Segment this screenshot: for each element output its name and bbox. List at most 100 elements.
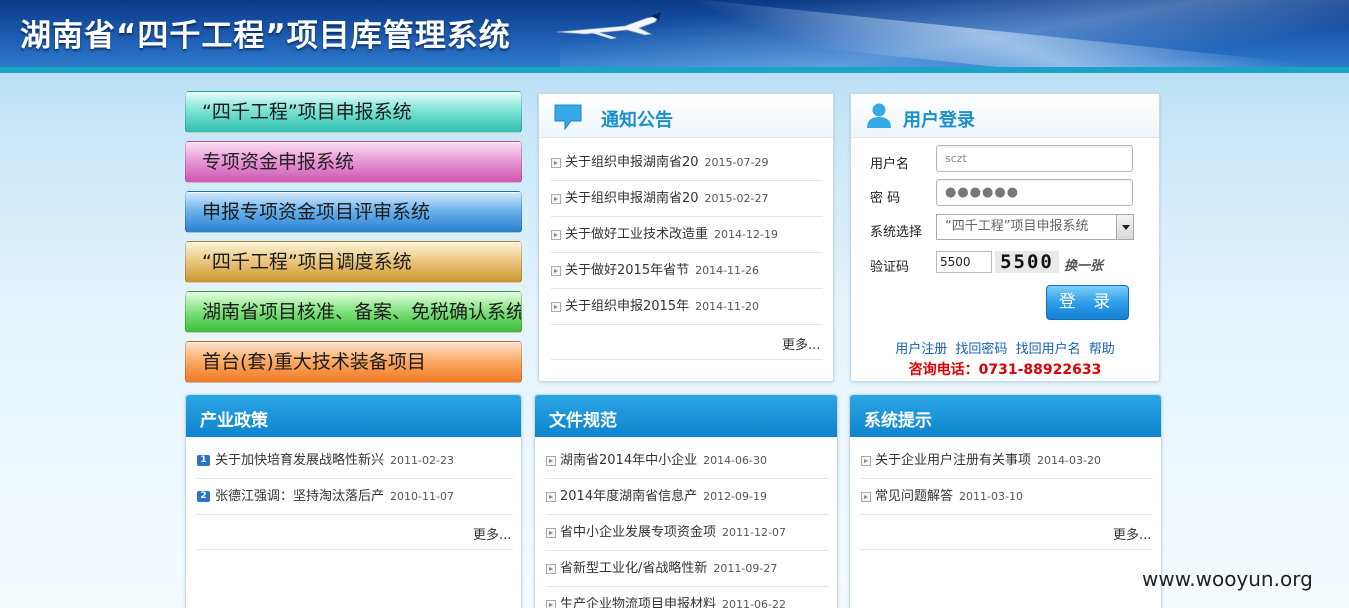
docs-item-title[interactable]: 省新型工业化/省战略性新 xyxy=(560,561,707,576)
tips-item-title[interactable]: 常见问题解答 xyxy=(875,489,953,504)
list-item[interactable]: 1 关于加快培育发展战略性新兴 2011-02-23 xyxy=(197,443,513,479)
watermark-text: www.wooyun.org xyxy=(1142,567,1313,591)
policy-item-title[interactable]: 关于加快培育发展战略性新兴 xyxy=(215,453,384,468)
divider xyxy=(197,549,513,550)
arrow-bullet-icon xyxy=(546,492,556,502)
captcha-input[interactable]: 5500 xyxy=(936,251,992,273)
system-select[interactable]: “四千工程”项目申报系统 xyxy=(936,214,1134,240)
user-icon xyxy=(867,103,891,128)
list-item[interactable]: 关于组织申报2015年 2014-11-20 xyxy=(551,289,823,325)
username-label: 用户名 xyxy=(870,157,910,172)
list-item[interactable]: 常见问题解答 2011-03-10 xyxy=(861,479,1152,515)
list-item[interactable]: 湖南省2014年中小企业 2014-06-30 xyxy=(546,443,828,479)
system-button-approval-filing[interactable]: 湖南省项目核准、备案、免税确认系统 xyxy=(185,291,522,333)
docs-item-date: 2011-06-22 xyxy=(722,598,786,608)
system-button-major-equipment[interactable]: 首台(套)重大技术装备项目 xyxy=(185,341,522,383)
docs-panel: 文件规范 湖南省2014年中小企业 2014-06-30 2014年度湖南省信息产… xyxy=(534,394,838,608)
arrow-bullet-icon xyxy=(551,194,561,204)
list-item[interactable]: 生产企业物流项目申报材料 2011-06-22 xyxy=(546,587,828,608)
system-select-value: “四千工程”项目申报系统 xyxy=(945,219,1089,234)
tips-title: 系统提示 xyxy=(864,411,932,431)
login-title: 用户登录 xyxy=(903,110,975,131)
login-panel: 用户登录 用户名 sczt 密 码 ●●●●●● 系统选择 “四千工程”项目申报… xyxy=(850,93,1160,382)
arrow-bullet-icon xyxy=(546,528,556,538)
site-title: 湖南省“四千工程”项目库管理系统 xyxy=(20,18,511,54)
arrow-bullet-icon xyxy=(861,456,871,466)
policy-more-link[interactable]: 更多... xyxy=(473,524,511,543)
system-select-label: 系统选择 xyxy=(870,225,923,240)
notice-item-title[interactable]: 关于组织申报湖南省20 xyxy=(565,155,699,170)
policy-item-date: 2011-02-23 xyxy=(390,454,454,467)
number-badge-icon: 2 xyxy=(197,491,210,502)
list-item[interactable]: 2 张德江强调：坚持淘汰落后产 2010-11-07 xyxy=(197,479,513,515)
header-stripe xyxy=(0,67,1349,73)
arrow-bullet-icon xyxy=(551,302,561,312)
docs-item-title[interactable]: 2014年度湖南省信息产 xyxy=(560,489,697,504)
policy-item-title[interactable]: 张德江强调：坚持淘汰落后产 xyxy=(215,489,384,504)
find-username-link[interactable]: 找回用户名 xyxy=(1016,342,1081,357)
arrow-bullet-icon xyxy=(551,230,561,240)
docs-item-title[interactable]: 湖南省2014年中小企业 xyxy=(560,453,697,468)
system-button-fund-review[interactable]: 申报专项资金项目评审系统 xyxy=(185,191,522,233)
arrow-bullet-icon xyxy=(546,600,556,608)
captcha-image[interactable]: 5500 xyxy=(995,251,1059,273)
notice-more-link[interactable]: 更多... xyxy=(782,334,820,353)
help-link[interactable]: 帮助 xyxy=(1089,342,1115,357)
notice-item-date: 2015-02-27 xyxy=(704,192,769,205)
arrow-bullet-icon xyxy=(546,564,556,574)
notice-item-title[interactable]: 关于做好2015年省节 xyxy=(565,263,689,278)
password-input[interactable]: ●●●●●● xyxy=(936,179,1133,206)
arrow-bullet-icon xyxy=(861,492,871,502)
tips-panel: 系统提示 关于企业用户注册有关事项 2014-03-20 常见问题解答 2011-0… xyxy=(849,394,1162,608)
policy-list: 1 关于加快培育发展战略性新兴 2011-02-23 2 张德江强调：坚持淘汰落后产 2… xyxy=(197,443,513,515)
docs-item-date: 2014-06-30 xyxy=(703,454,768,467)
hotline-text: 咨询电话：0731-88922633 xyxy=(908,362,1102,378)
change-captcha-link[interactable]: 换一张 xyxy=(1064,255,1103,274)
arrow-bullet-icon xyxy=(551,266,561,276)
notice-item-date: 2014-11-20 xyxy=(695,300,760,313)
login-button[interactable]: 登 录 xyxy=(1046,285,1129,320)
notice-item-title[interactable]: 关于组织申报湖南省20 xyxy=(565,191,699,206)
notice-panel: 通知公告 关于组织申报湖南省20 2015-07-29 关于组织申报湖南省20 20… xyxy=(538,93,834,382)
divider xyxy=(551,359,823,360)
docs-item-title[interactable]: 省中小企业发展专项资金项 xyxy=(560,525,716,540)
list-item[interactable]: 关于企业用户注册有关事项 2014-03-20 xyxy=(861,443,1152,479)
docs-item-title[interactable]: 生产企业物流项目申报材料 xyxy=(560,597,716,608)
system-button-project-schedule[interactable]: “四千工程”项目调度系统 xyxy=(185,241,522,283)
list-item[interactable]: 关于组织申报湖南省20 2015-02-27 xyxy=(551,181,823,217)
login-links: 用户注册 找回密码 找回用户名 帮助 xyxy=(851,338,1159,357)
tips-item-title[interactable]: 关于企业用户注册有关事项 xyxy=(875,453,1031,468)
list-item[interactable]: 省中小企业发展专项资金项 2011-12-07 xyxy=(546,515,828,551)
tips-list: 关于企业用户注册有关事项 2014-03-20 常见问题解答 2011-03-10 xyxy=(861,443,1152,515)
register-link[interactable]: 用户注册 xyxy=(895,342,947,357)
find-password-link[interactable]: 找回密码 xyxy=(955,342,1007,357)
system-button-project-declare[interactable]: “四千工程”项目申报系统 xyxy=(185,91,522,133)
notice-item-date: 2014-11-26 xyxy=(695,264,760,277)
chevron-down-icon[interactable] xyxy=(1116,215,1133,239)
policy-item-date: 2010-11-07 xyxy=(390,490,454,503)
number-badge-icon: 1 xyxy=(197,455,210,466)
list-item[interactable]: 2014年度湖南省信息产 2012-09-19 xyxy=(546,479,828,515)
list-item[interactable]: 关于做好2015年省节 2014-11-26 xyxy=(551,253,823,289)
tips-item-date: 2014-03-20 xyxy=(1037,454,1101,467)
policy-title: 产业政策 xyxy=(200,411,268,431)
docs-item-date: 2012-09-19 xyxy=(703,490,768,503)
arrow-bullet-icon xyxy=(546,456,556,466)
system-button-special-fund[interactable]: 专项资金申报系统 xyxy=(185,141,522,183)
tips-item-date: 2011-03-10 xyxy=(959,490,1023,503)
username-input[interactable]: sczt xyxy=(936,145,1133,172)
header-banner: 湖南省“四千工程”项目库管理系统 xyxy=(0,0,1349,73)
tips-more-link[interactable]: 更多... xyxy=(1113,524,1151,543)
tips-panel-header: 系统提示 xyxy=(850,395,1161,437)
list-item[interactable]: 省新型工业化/省战略性新 2011-09-27 xyxy=(546,551,828,587)
notice-item-date: 2015-07-29 xyxy=(704,156,769,169)
list-item[interactable]: 关于组织申报湖南省20 2015-07-29 xyxy=(551,145,823,181)
divider xyxy=(861,549,1152,550)
notice-item-title[interactable]: 关于做好工业技术改造重 xyxy=(565,227,708,242)
notice-item-title[interactable]: 关于组织申报2015年 xyxy=(565,299,689,314)
list-item[interactable]: 关于做好工业技术改造重 2014-12-19 xyxy=(551,217,823,253)
docs-title: 文件规范 xyxy=(549,411,617,431)
docs-list: 湖南省2014年中小企业 2014-06-30 2014年度湖南省信息产 2012-… xyxy=(546,443,828,608)
policy-panel: 产业政策 1 关于加快培育发展战略性新兴 2011-02-23 2 张德江强调：坚持淘… xyxy=(185,394,522,608)
policy-panel-header: 产业政策 xyxy=(186,395,521,437)
